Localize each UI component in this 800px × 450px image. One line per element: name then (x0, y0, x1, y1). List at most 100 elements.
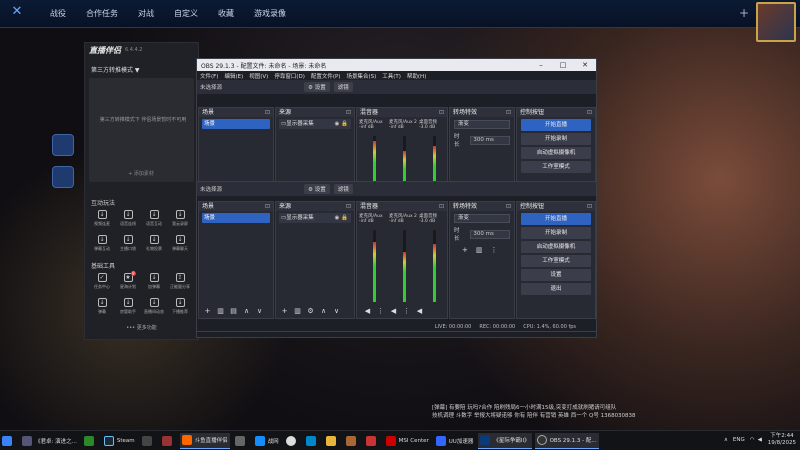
tool-gift-vote[interactable]: ↓ 礼物投票 (141, 235, 167, 257)
tool-add-danmu[interactable]: ↓ 加弹幕 (141, 273, 167, 295)
start-recording-button[interactable]: 开始录制 (521, 227, 591, 239)
nav-custom[interactable]: 自定义 (164, 8, 208, 19)
taskbar-item-app[interactable] (344, 433, 361, 449)
minimize-icon[interactable]: – (530, 61, 552, 69)
trash-icon[interactable]: ▥ (214, 306, 227, 316)
menu-scene-collection[interactable]: 场景集合(S) (346, 72, 376, 80)
tool-record[interactable]: ↓ 我云录屏 (167, 210, 193, 232)
settings-control-button[interactable]: 设置 (521, 269, 591, 281)
tool-voice-link[interactable]: ↓ 语音连线 (115, 210, 141, 232)
speaker-icon[interactable]: ◀ (387, 306, 400, 316)
menu-tools[interactable]: 工具(T) (382, 72, 401, 80)
tool-voice-interact[interactable]: ↓ 语音互动 (141, 210, 167, 232)
trash-icon[interactable]: ▥ (291, 306, 304, 316)
source-item[interactable]: ▭ 显示器采集 ◉ 🔒 (279, 119, 351, 129)
taskbar-item-battlenet[interactable]: 战网 (253, 433, 281, 449)
transition-select[interactable]: 渐变 (454, 214, 510, 223)
add-icon[interactable]: + (278, 306, 291, 316)
menu-dots-icon[interactable]: ⋮ (491, 246, 498, 254)
menu-dots-icon[interactable]: ⋮ (374, 306, 387, 316)
tool-danmu[interactable]: ↓ 弹幕互动 (89, 235, 115, 257)
menu-view[interactable]: 视图(V) (249, 72, 268, 80)
taskbar-item-app[interactable] (364, 433, 381, 449)
scene-item[interactable]: 场景 (202, 213, 270, 223)
exit-button[interactable]: 退出 (521, 283, 591, 295)
taskbar-item-douyu[interactable]: 斗鱼直播伴侣 (179, 432, 230, 449)
add-icon[interactable]: + (201, 306, 214, 316)
add-icon[interactable]: + (462, 246, 468, 254)
trash-icon[interactable]: ▥ (476, 246, 483, 254)
taskbar-item-game[interactable]: 《君卓: 演进之... (20, 433, 79, 449)
taskbar-item-msi[interactable]: MSI Center (384, 433, 431, 449)
menu-docks[interactable]: 停靠窗口(D) (274, 72, 305, 80)
maximize-icon[interactable]: □ (552, 61, 574, 69)
settings-button[interactable]: ⚙ 设置 (304, 82, 330, 92)
taskbar-item-app[interactable] (304, 433, 321, 449)
taskbar-item-xbox[interactable] (82, 433, 99, 449)
taskbar-item-uu[interactable]: UU加速器 (434, 433, 476, 449)
tool-danmu2[interactable]: ↓ 弹幕 (89, 298, 115, 320)
mode-dropdown[interactable]: 第三方转推模式 ▼ (89, 63, 194, 76)
tool-room-feed[interactable]: ↓ 直播间动态 (141, 298, 167, 320)
duration-input[interactable]: 300 ms (470, 135, 510, 145)
nav-campaign[interactable]: 战役 (40, 8, 76, 19)
studio-mode-button[interactable]: 工作室模式 (521, 255, 591, 267)
speaker-icon[interactable]: ◀ (413, 306, 426, 316)
chevron-up-icon[interactable]: ∧ (724, 437, 728, 443)
filters-button[interactable]: 滤镜 (333, 184, 353, 194)
tool-video-link[interactable]: ↓ 视频连麦 (89, 210, 115, 232)
wifi-icon[interactable]: ◠ (750, 437, 755, 443)
taskbar-item-obs[interactable]: OBS 29.1.3 - 配... (534, 432, 599, 449)
taskbar-item-steam[interactable]: Steam (102, 433, 137, 449)
eye-lock-icon[interactable]: ◉ 🔒 (335, 213, 348, 223)
menu-edit[interactable]: 编辑(E) (224, 72, 243, 80)
transition-select[interactable]: 渐变 (454, 120, 510, 129)
nav-coop[interactable]: 合作任务 (76, 8, 128, 19)
more-features-button[interactable]: ••• 更多功能 (85, 324, 198, 331)
eye-lock-icon[interactable]: ◉ 🔒 (335, 119, 348, 129)
speaker-icon[interactable]: ◀ (361, 306, 374, 316)
tool-room-admin[interactable]: ↓ 房管助手 (115, 298, 141, 320)
source-item[interactable]: ▭ 显示器采集 ◉ 🔒 (279, 213, 351, 223)
tool-offline-rec[interactable]: ↓ 下播推荐 (167, 298, 193, 320)
up-icon[interactable]: ∧ (240, 306, 253, 316)
down-icon[interactable]: ∨ (330, 306, 343, 316)
taskbar-item-app[interactable] (233, 433, 250, 449)
virtual-camera-button[interactable]: 启动虚拟摄像机 (521, 241, 591, 253)
start-button[interactable] (0, 433, 17, 449)
nav-replays[interactable]: 游戏录像 (244, 8, 296, 19)
up-icon[interactable]: ∧ (317, 306, 330, 316)
side-mode-icon[interactable] (52, 134, 74, 156)
add-scene-button[interactable]: + 添加素材 (89, 170, 193, 177)
menu-help[interactable]: 帮助(H) (407, 72, 426, 80)
nav-versus[interactable]: 对战 (128, 8, 164, 19)
side-mode-icon-2[interactable] (52, 166, 74, 188)
studio-mode-button[interactable]: 工作室模式 (521, 161, 591, 173)
close-icon[interactable]: ✕ (574, 61, 596, 69)
taskbar-item-app[interactable] (324, 433, 341, 449)
duration-input[interactable]: 300 ms (470, 229, 510, 239)
tool-star-plan[interactable]: ★ 9 星海计划 (115, 271, 141, 295)
taskbar-item-app[interactable] (160, 433, 177, 449)
settings-button[interactable]: ⚙ 设置 (304, 184, 330, 194)
taskbar-item-app[interactable] (140, 433, 157, 449)
config-icon[interactable]: ▤ (227, 306, 240, 316)
tool-task-center[interactable]: ✓ 任务中心 (89, 273, 115, 295)
start-streaming-button[interactable]: 开始直播 (521, 213, 591, 225)
tool-pocket[interactable]: ↓ 主播口袋 (115, 235, 141, 257)
menu-file[interactable]: 文件(F) (200, 72, 218, 80)
scene-item[interactable]: 场景 (202, 119, 270, 129)
virtual-camera-button[interactable]: 自动虚拟摄像机 (521, 147, 591, 159)
volume-icon[interactable]: ◀ (758, 437, 762, 443)
nav-collection[interactable]: 收藏 (208, 8, 244, 19)
start-recording-button[interactable]: 开始录制 (521, 133, 591, 145)
clock[interactable]: 下午2:44 19/8/2025 (768, 433, 796, 447)
menu-dots-icon[interactable]: ⋮ (400, 306, 413, 316)
start-streaming-button[interactable]: 开始直播 (521, 119, 591, 131)
player-avatar[interactable] (756, 2, 796, 42)
lang-indicator[interactable]: ENG (733, 437, 745, 443)
add-friend-icon[interactable]: + (739, 6, 749, 20)
filters-button[interactable]: 滤镜 (333, 82, 353, 92)
menu-profile[interactable]: 配置文件(P) (311, 72, 341, 80)
taskbar-item-app[interactable] (284, 433, 301, 449)
